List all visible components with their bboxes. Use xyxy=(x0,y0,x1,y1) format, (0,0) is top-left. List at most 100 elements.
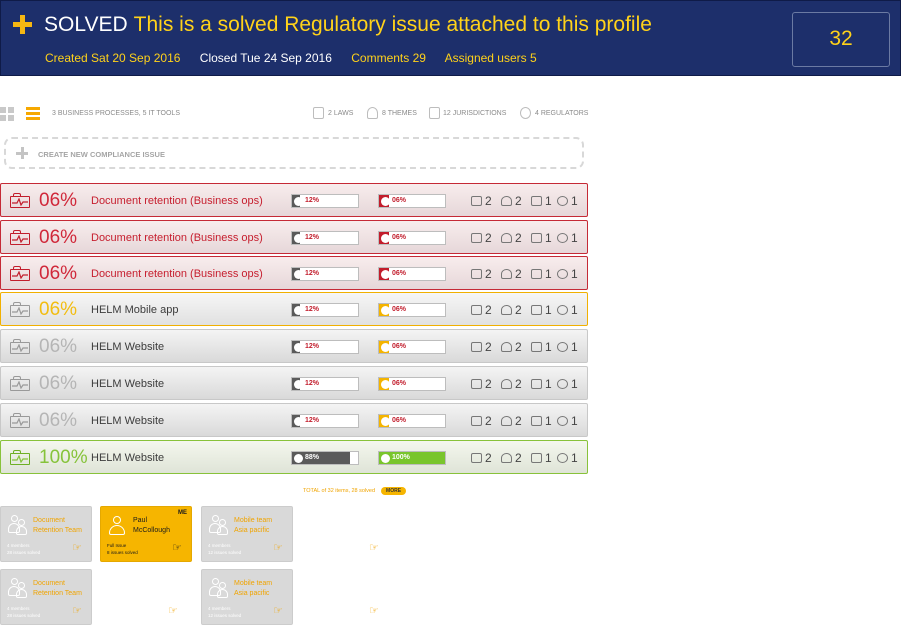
progress-label: 12% xyxy=(305,306,320,313)
issue-name[interactable]: HELM Website xyxy=(91,341,164,353)
regulators-icon xyxy=(557,305,568,315)
jurisdictions-value: 1 xyxy=(545,267,552,281)
folder-pulse-icon xyxy=(10,230,30,245)
regulators-value: 1 xyxy=(571,267,578,281)
folder-pulse-icon xyxy=(10,376,30,391)
issue-name[interactable]: HELM Website xyxy=(91,415,164,427)
progress-bar-compliance: 06% xyxy=(378,267,446,281)
themes-stat: 2 xyxy=(501,267,522,281)
team-icon xyxy=(7,578,27,598)
team-card[interactable]: Mobile team Asia pacific 4 members 12 issue… xyxy=(201,569,293,625)
issue-name[interactable]: HELM Mobile app xyxy=(91,304,178,316)
pointer-hand-icon[interactable]: ☞ xyxy=(273,606,283,617)
globe-icon xyxy=(294,454,303,463)
jurisdictions-icon xyxy=(531,196,542,206)
laws-stat: 2 xyxy=(471,267,492,281)
issue-row[interactable]: 06% HELM Website 12% 06% 2 2 1 1 xyxy=(0,403,588,437)
create-issue-button[interactable]: CREATE NEW COMPLIANCE ISSUE xyxy=(4,137,584,169)
more-button[interactable]: MORE xyxy=(381,487,407,495)
progress-bar-compliance: 06% xyxy=(378,194,446,208)
folder-pulse-icon xyxy=(10,450,30,465)
progress-bar-processes: 12% xyxy=(291,303,359,317)
pointer-hand-icon[interactable]: ☞ xyxy=(168,606,178,617)
jurisdictions-value: 1 xyxy=(545,194,552,208)
regulators-stat: 1 xyxy=(557,267,578,281)
folder-pulse-icon xyxy=(10,266,30,281)
laws-stat: 2 xyxy=(471,377,492,391)
pointer-hand-icon[interactable]: ☞ xyxy=(172,543,182,554)
progress-label: 06% xyxy=(392,270,407,277)
team-card[interactable]: Document Retention Team 4 members 28 issues… xyxy=(0,506,92,562)
regulators-value: 1 xyxy=(571,451,578,465)
laws-value: 2 xyxy=(485,340,492,354)
globe-icon xyxy=(294,197,303,206)
list-view-icon[interactable] xyxy=(26,107,40,121)
progress-bar-compliance: 06% xyxy=(378,303,446,317)
pointer-hand-icon[interactable]: ☞ xyxy=(369,543,379,554)
pointer-hand-icon[interactable]: ☞ xyxy=(72,543,82,554)
comments-link[interactable]: Comments 29 xyxy=(351,51,426,65)
jurisdictions-stat: 1 xyxy=(531,414,552,428)
regulators-count[interactable]: 4 REGULATORS xyxy=(535,110,588,117)
issue-row[interactable]: 06% HELM Website 12% 06% 2 2 1 1 xyxy=(0,366,588,400)
issue-name[interactable]: Document retention (Business ops) xyxy=(91,195,263,207)
globe-icon xyxy=(294,417,303,426)
closed-date: Closed Tue 24 Sep 2016 xyxy=(199,51,332,65)
themes-icon xyxy=(501,453,512,463)
team-icon xyxy=(208,578,228,598)
issue-percent: 06% xyxy=(39,299,78,320)
team-icon xyxy=(7,515,27,535)
progress-bar-processes: 12% xyxy=(291,194,359,208)
gear-icon xyxy=(381,380,390,389)
progress-bar-processes: 12% xyxy=(291,414,359,428)
themes-stat: 2 xyxy=(501,340,522,354)
themes-icon xyxy=(501,379,512,389)
regulators-icon xyxy=(557,453,568,463)
pointer-hand-icon[interactable]: ☞ xyxy=(273,543,283,554)
jurisdictions-value: 1 xyxy=(545,451,552,465)
issue-row[interactable]: 06% HELM Website 12% 06% 2 2 1 1 xyxy=(0,329,588,363)
plus-icon[interactable] xyxy=(13,15,33,35)
themes-value: 2 xyxy=(515,231,522,245)
team-name: Document Retention Team xyxy=(33,580,82,597)
issue-row[interactable]: 06% Document retention (Business ops) 12% 0… xyxy=(0,220,588,254)
issue-title-text: This is a solved Regulatory issue attach… xyxy=(133,13,652,36)
folder-pulse-icon xyxy=(10,302,30,317)
issue-row[interactable]: 06% HELM Mobile app 12% 06% 2 2 1 1 xyxy=(0,292,588,326)
issue-percent: 06% xyxy=(39,410,78,431)
themes-value: 2 xyxy=(515,414,522,428)
regulators-stat: 1 xyxy=(557,451,578,465)
progress-bar-compliance: 100% xyxy=(378,451,446,465)
regulators-value: 1 xyxy=(571,414,578,428)
progress-label: 12% xyxy=(305,270,320,277)
created-date: Created Sat 20 Sep 2016 xyxy=(45,51,181,65)
assigned-users-link[interactable]: Assigned users 5 xyxy=(445,51,537,65)
jurisdictions-count[interactable]: 12 JURISDICTIONS xyxy=(443,110,506,117)
team-card[interactable]: Document Retention Team 4 members 28 issues… xyxy=(0,569,92,625)
issue-row[interactable]: 06% Document retention (Business ops) 12% 0… xyxy=(0,183,588,217)
issue-name[interactable]: Document retention (Business ops) xyxy=(91,268,263,280)
progress-label: 12% xyxy=(305,343,320,350)
laws-value: 2 xyxy=(485,414,492,428)
pointer-hand-icon[interactable]: ☞ xyxy=(369,606,379,617)
total-text: TOTAL of 32 items, 28 solved xyxy=(303,488,376,494)
issue-name[interactable]: Document retention (Business ops) xyxy=(91,232,263,244)
team-stats: 4 members 12 issues solved xyxy=(208,606,242,618)
issue-row[interactable]: 06% Document retention (Business ops) 12% 0… xyxy=(0,256,588,290)
jurisdictions-stat: 1 xyxy=(531,267,552,281)
grid-view-icon[interactable] xyxy=(0,107,14,121)
gear-icon xyxy=(381,197,390,206)
laws-value: 2 xyxy=(485,194,492,208)
team-card[interactable]: Mobile team Asia pacific 4 members 12 issue… xyxy=(201,506,293,562)
issue-name[interactable]: HELM Website xyxy=(91,378,164,390)
issue-name[interactable]: HELM Website xyxy=(91,452,164,464)
team-card[interactable]: Paul McCollough ME Full Issue 8 issues solve… xyxy=(100,506,192,562)
regulators-stat: 1 xyxy=(557,194,578,208)
globe-icon xyxy=(294,380,303,389)
pointer-hand-icon[interactable]: ☞ xyxy=(72,606,82,617)
issue-row[interactable]: 100% HELM Website 88% 100% 2 2 1 1 xyxy=(0,440,588,474)
jurisdictions-stat: 1 xyxy=(531,340,552,354)
laws-icon xyxy=(471,196,482,206)
themes-count[interactable]: 8 THEMES xyxy=(382,110,417,117)
laws-count[interactable]: 2 LAWS xyxy=(328,110,353,117)
